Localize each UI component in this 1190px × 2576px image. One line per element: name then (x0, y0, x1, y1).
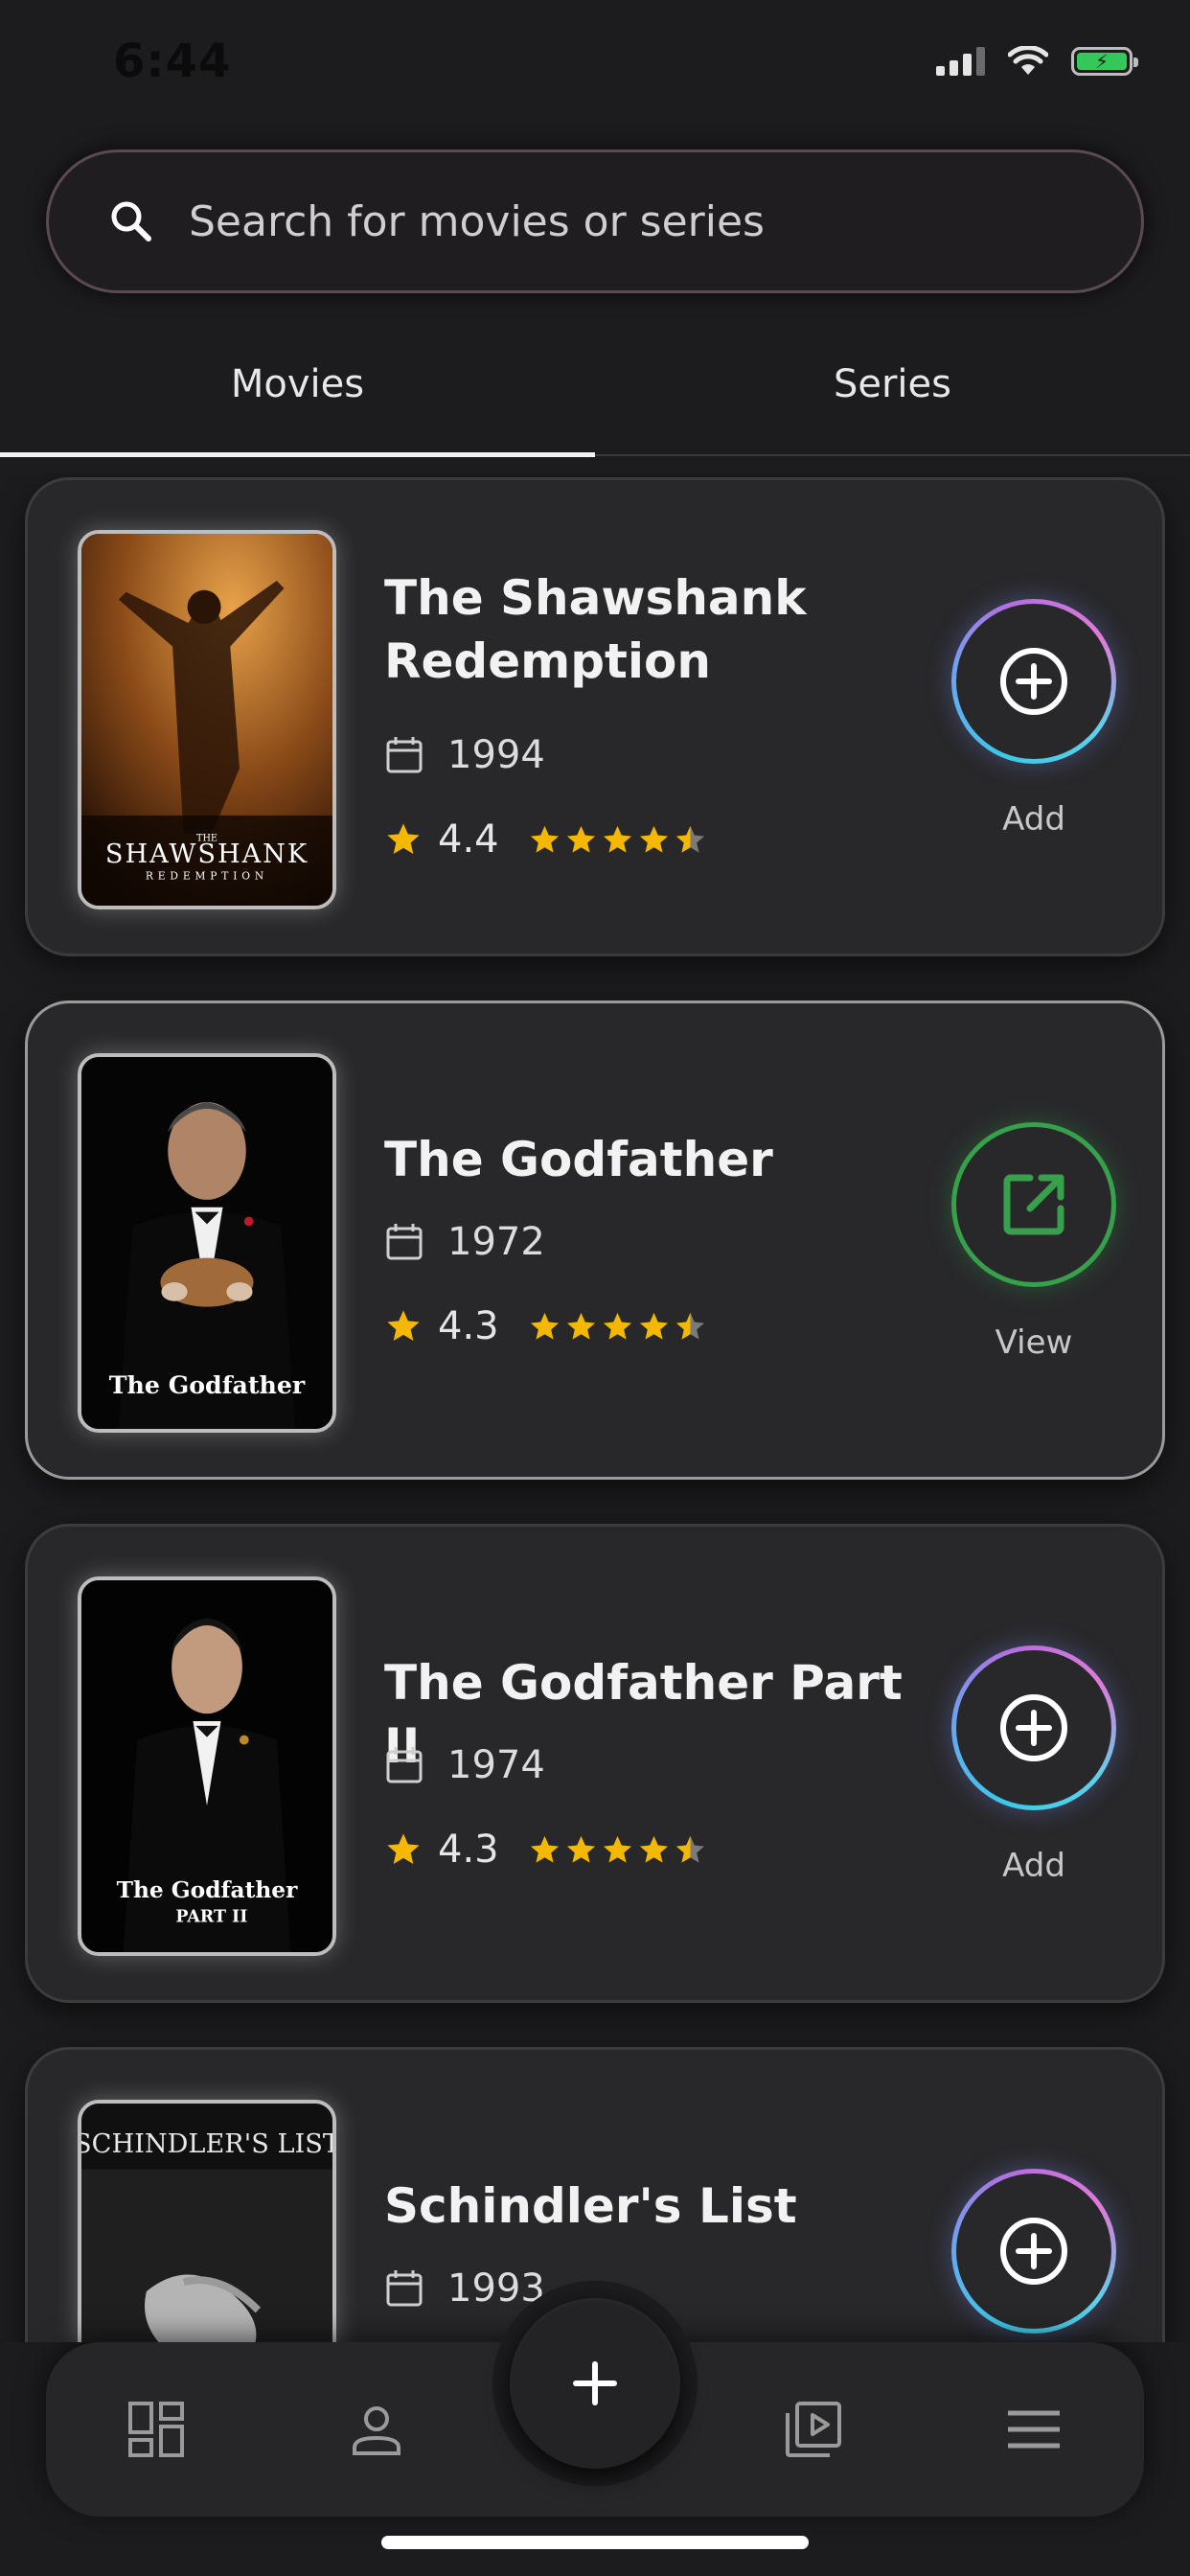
add-button[interactable] (951, 1645, 1116, 1810)
calendar-icon (386, 1747, 423, 1783)
movie-rating-row: 4.4 (384, 817, 707, 862)
battery-icon: ⚡ (1071, 47, 1138, 76)
movie-year: 1972 (447, 1220, 545, 1264)
plus-icon (573, 2361, 617, 2405)
add-circle-icon (1000, 648, 1067, 715)
movie-rating: 4.4 (438, 817, 499, 862)
action-label: View (995, 1323, 1073, 1362)
movie-poster: The Godfather PART II (78, 1576, 336, 1956)
movie-rating: 4.3 (438, 1828, 499, 1872)
movie-year: 1994 (447, 733, 545, 777)
menu-icon (1008, 2410, 1060, 2449)
add-circle-icon (1000, 2218, 1067, 2285)
nav-profile[interactable] (333, 2386, 420, 2472)
calendar-icon (386, 737, 423, 773)
star-full-icon (639, 825, 668, 853)
poster-title-text: SCHINDLER'S LIST (81, 2129, 332, 2159)
tab-movies[interactable]: Movies (0, 341, 595, 457)
movie-title: The Shawshank Redemption (384, 570, 807, 689)
movie-card[interactable]: The Godfather The Godfather 1972 4.3 Vie… (25, 1000, 1165, 1480)
tab-bar: Movies Series (0, 341, 1190, 457)
poster-title-text: SHAWSHANK (105, 840, 309, 869)
movie-year-row: 1993 (384, 2266, 545, 2311)
movie-card[interactable]: The Godfather PART II The Godfather Part… (25, 1524, 1165, 2003)
star-full-icon (639, 1835, 668, 1863)
movie-year-row: 1994 (384, 733, 545, 777)
star-half-icon (675, 1312, 704, 1340)
nav-library[interactable] (770, 2386, 857, 2472)
open-external-icon (1003, 1174, 1064, 1235)
movie-list[interactable]: THE SHAWSHANK REDEMPTION The Shawshank R… (0, 473, 1190, 2342)
status-time: 6:44 (113, 34, 232, 88)
star-rating (528, 1833, 707, 1867)
star-icon (387, 1833, 420, 1864)
movie-poster: The Godfather (78, 1053, 336, 1433)
poster-title-text: The Godfather (109, 1370, 306, 1399)
add-circle-icon (1000, 1694, 1067, 1761)
movie-title: The Godfather (384, 1132, 773, 1187)
star-full-icon (530, 1835, 559, 1863)
movie-year: 1974 (447, 1743, 545, 1787)
dashboard-icon (128, 2402, 184, 2457)
tab-series[interactable]: Series (595, 341, 1190, 454)
star-full-icon (639, 1312, 668, 1340)
star-icon (387, 823, 420, 854)
fab-add-button[interactable] (510, 2298, 680, 2469)
star-half-icon (675, 1835, 704, 1863)
star-full-icon (603, 825, 631, 853)
add-button[interactable] (951, 2169, 1116, 2334)
movie-card[interactable]: THE SHAWSHANK REDEMPTION The Shawshank R… (25, 477, 1165, 956)
movie-year-row: 1972 (384, 1220, 545, 1264)
star-full-icon (530, 1312, 559, 1340)
star-rating (528, 1310, 707, 1344)
star-half-icon (675, 825, 704, 853)
star-full-icon (566, 825, 595, 853)
poster-subtitle-text: REDEMPTION (146, 870, 268, 883)
movie-poster: THE SHAWSHANK REDEMPTION (78, 530, 336, 909)
view-button[interactable] (951, 1122, 1116, 1287)
wifi-icon (1008, 46, 1048, 75)
nav-dashboard[interactable] (113, 2386, 199, 2472)
add-button[interactable] (951, 599, 1116, 764)
video-library-icon (786, 2402, 841, 2457)
search-bar[interactable] (46, 150, 1144, 293)
status-icons: ⚡ (936, 46, 1138, 77)
star-icon (387, 1310, 420, 1341)
calendar-icon (386, 2270, 423, 2307)
movie-rating: 4.3 (438, 1304, 499, 1348)
poster-subtitle-text: PART II (175, 1908, 247, 1927)
movie-poster: SCHINDLER'S LIST (78, 2100, 336, 2342)
profile-icon (353, 2406, 400, 2455)
star-full-icon (603, 1835, 631, 1863)
movie-rating-row: 4.3 (384, 1828, 707, 1872)
movie-rating-row: 4.3 (384, 1304, 707, 1348)
movie-title: Schindler's List (384, 2178, 797, 2234)
star-full-icon (566, 1835, 595, 1863)
signal-icon (936, 47, 985, 76)
home-indicator (381, 2536, 809, 2549)
search-input[interactable] (189, 196, 1051, 246)
star-full-icon (603, 1312, 631, 1340)
search-icon (111, 201, 151, 242)
nav-menu[interactable] (991, 2386, 1077, 2472)
star-full-icon (566, 1312, 595, 1340)
status-bar: 6:44 ⚡ (0, 0, 1190, 125)
poster-title-text: The Godfather (117, 1876, 298, 1903)
calendar-icon (386, 1224, 423, 1260)
star-full-icon (530, 825, 559, 853)
star-rating (528, 823, 707, 857)
action-label: Add (1002, 1847, 1065, 1885)
movie-year-row: 1974 (384, 1743, 545, 1787)
action-label: Add (1002, 800, 1065, 839)
